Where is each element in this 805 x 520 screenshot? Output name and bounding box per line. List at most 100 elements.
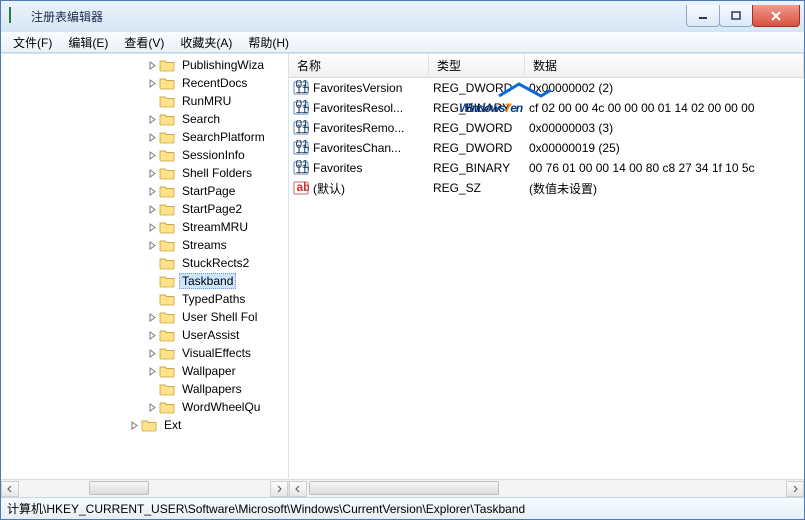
tree-item[interactable]: Streams — [1, 236, 288, 254]
values-list[interactable]: 011110FavoritesVersionREG_DWORD0x0000000… — [289, 78, 804, 479]
value-type-icon: ab — [293, 180, 309, 196]
tree-label: WordWheelQu — [179, 400, 263, 414]
scroll-thumb[interactable] — [309, 481, 499, 495]
value-name: FavoritesVersion — [313, 81, 402, 95]
scroll-track[interactable] — [19, 481, 270, 497]
tree-item[interactable]: VisualEffects — [1, 344, 288, 362]
value-type: REG_BINARY — [429, 101, 525, 115]
tree-item[interactable]: RunMRU — [1, 92, 288, 110]
expand-arrow-icon[interactable] — [145, 112, 159, 126]
expand-arrow-icon[interactable] — [145, 94, 159, 108]
menu-item[interactable]: 编辑(E) — [60, 32, 116, 53]
titlebar[interactable]: 注册表编辑器 — [1, 1, 804, 31]
expand-arrow-icon[interactable] — [145, 274, 159, 288]
expand-arrow-icon[interactable] — [145, 400, 159, 414]
value-row[interactable]: 011110 FavoritesResol... REG_BINARYcf 02 0… — [289, 98, 804, 118]
tree-item[interactable]: UserAssist — [1, 326, 288, 344]
window-controls — [687, 5, 800, 27]
expand-arrow-icon[interactable] — [145, 202, 159, 216]
value-row[interactable]: 011110FavoritesChan...REG_DWORD0x0000001… — [289, 138, 804, 158]
expand-arrow-icon[interactable] — [145, 130, 159, 144]
tree-label: VisualEffects — [179, 346, 254, 360]
value-type-icon: 011110 — [293, 140, 309, 156]
scroll-right-button[interactable] — [270, 481, 288, 497]
registry-tree[interactable]: PublishingWiza RecentDocsRunMRUSearchSear… — [1, 54, 288, 479]
value-data: 0x00000003 (3) — [525, 121, 804, 135]
menu-item[interactable]: 查看(V) — [116, 32, 172, 53]
maximize-button[interactable] — [719, 5, 753, 27]
expand-arrow-icon[interactable] — [145, 310, 159, 324]
col-type[interactable]: 类型 — [429, 54, 525, 77]
menu-item[interactable]: 文件(F) — [5, 32, 60, 53]
menu-item[interactable]: 收藏夹(A) — [172, 32, 240, 53]
tree-item[interactable]: Shell Folders — [1, 164, 288, 182]
col-name[interactable]: 名称 — [289, 54, 429, 77]
scroll-thumb[interactable] — [89, 481, 149, 495]
tree-item[interactable]: Search — [1, 110, 288, 128]
folder-icon — [159, 76, 175, 90]
value-row[interactable]: 011110FavoritesVersionREG_DWORD0x0000000… — [289, 78, 804, 98]
tree-item[interactable]: StartPage2 — [1, 200, 288, 218]
tree-item[interactable]: Wallpapers — [1, 380, 288, 398]
tree-item[interactable]: SearchPlatform — [1, 128, 288, 146]
scroll-track[interactable] — [307, 481, 786, 497]
svg-text:110: 110 — [296, 82, 310, 96]
value-type-icon: 011110 — [293, 100, 309, 116]
value-type: REG_BINARY — [429, 161, 525, 175]
expand-arrow-icon[interactable] — [145, 58, 159, 72]
value-name: FavoritesRemo... — [313, 121, 404, 135]
svg-text:110: 110 — [296, 122, 310, 136]
tree-label: Taskband — [179, 273, 236, 289]
scroll-right-button[interactable] — [786, 481, 804, 497]
expand-arrow-icon[interactable] — [127, 418, 141, 432]
expand-arrow-icon[interactable] — [145, 364, 159, 378]
folder-icon — [159, 292, 175, 306]
value-row[interactable]: 011110FavoritesRemo...REG_DWORD0x0000000… — [289, 118, 804, 138]
expand-arrow-icon[interactable] — [145, 328, 159, 342]
tree-item[interactable]: RecentDocs — [1, 74, 288, 92]
svg-text:ab: ab — [297, 180, 310, 194]
expand-arrow-icon[interactable] — [145, 184, 159, 198]
expand-arrow-icon[interactable] — [145, 256, 159, 270]
expand-arrow-icon[interactable] — [145, 220, 159, 234]
tree-h-scrollbar[interactable] — [1, 479, 288, 497]
col-data[interactable]: 数据 — [525, 54, 804, 77]
tree-item[interactable]: WordWheelQu — [1, 398, 288, 416]
expand-arrow-icon[interactable] — [145, 76, 159, 90]
tree-label: PublishingWiza — [179, 58, 267, 72]
expand-arrow-icon[interactable] — [145, 292, 159, 306]
list-h-scrollbar[interactable] — [289, 479, 804, 497]
folder-icon — [159, 130, 175, 144]
tree-item[interactable]: StuckRects2 — [1, 254, 288, 272]
expand-arrow-icon[interactable] — [145, 346, 159, 360]
tree-item[interactable]: Wallpaper — [1, 362, 288, 380]
close-button[interactable] — [752, 5, 800, 27]
tree-label: Wallpaper — [179, 364, 239, 378]
value-data: cf 02 00 00 4c 00 00 00 01 14 02 00 00 0… — [525, 101, 804, 115]
folder-icon — [159, 58, 175, 72]
tree-item[interactable]: StartPage — [1, 182, 288, 200]
menu-item[interactable]: 帮助(H) — [240, 32, 297, 53]
tree-item[interactable]: TypedPaths — [1, 290, 288, 308]
expand-arrow-icon[interactable] — [145, 382, 159, 396]
expand-arrow-icon[interactable] — [145, 166, 159, 180]
tree-item[interactable]: User Shell Fol — [1, 308, 288, 326]
value-row[interactable]: 011110FavoritesREG_BINARY00 76 01 00 00 … — [289, 158, 804, 178]
scroll-left-button[interactable] — [289, 481, 307, 497]
folder-icon — [141, 418, 157, 432]
menubar: 文件(F)编辑(E)查看(V)收藏夹(A)帮助(H) — [1, 31, 804, 53]
minimize-button[interactable] — [686, 5, 720, 27]
scroll-left-button[interactable] — [1, 481, 19, 497]
folder-icon — [159, 166, 175, 180]
regedit-window: 注册表编辑器 文件(F)编辑(E)查看(V)收藏夹(A)帮助(H) Publis… — [0, 0, 805, 520]
tree-item[interactable]: SessionInfo — [1, 146, 288, 164]
value-name: FavoritesResol... — [313, 101, 403, 115]
tree-item[interactable]: StreamMRU — [1, 218, 288, 236]
tree-item[interactable]: Ext — [1, 416, 288, 434]
expand-arrow-icon[interactable] — [145, 238, 159, 252]
column-headers[interactable]: 名称 类型 数据 — [289, 54, 804, 78]
expand-arrow-icon[interactable] — [145, 148, 159, 162]
value-row[interactable]: ab(默认)REG_SZ(数值未设置) — [289, 178, 804, 198]
tree-item[interactable]: PublishingWiza — [1, 56, 288, 74]
tree-item[interactable]: Taskband — [1, 272, 288, 290]
